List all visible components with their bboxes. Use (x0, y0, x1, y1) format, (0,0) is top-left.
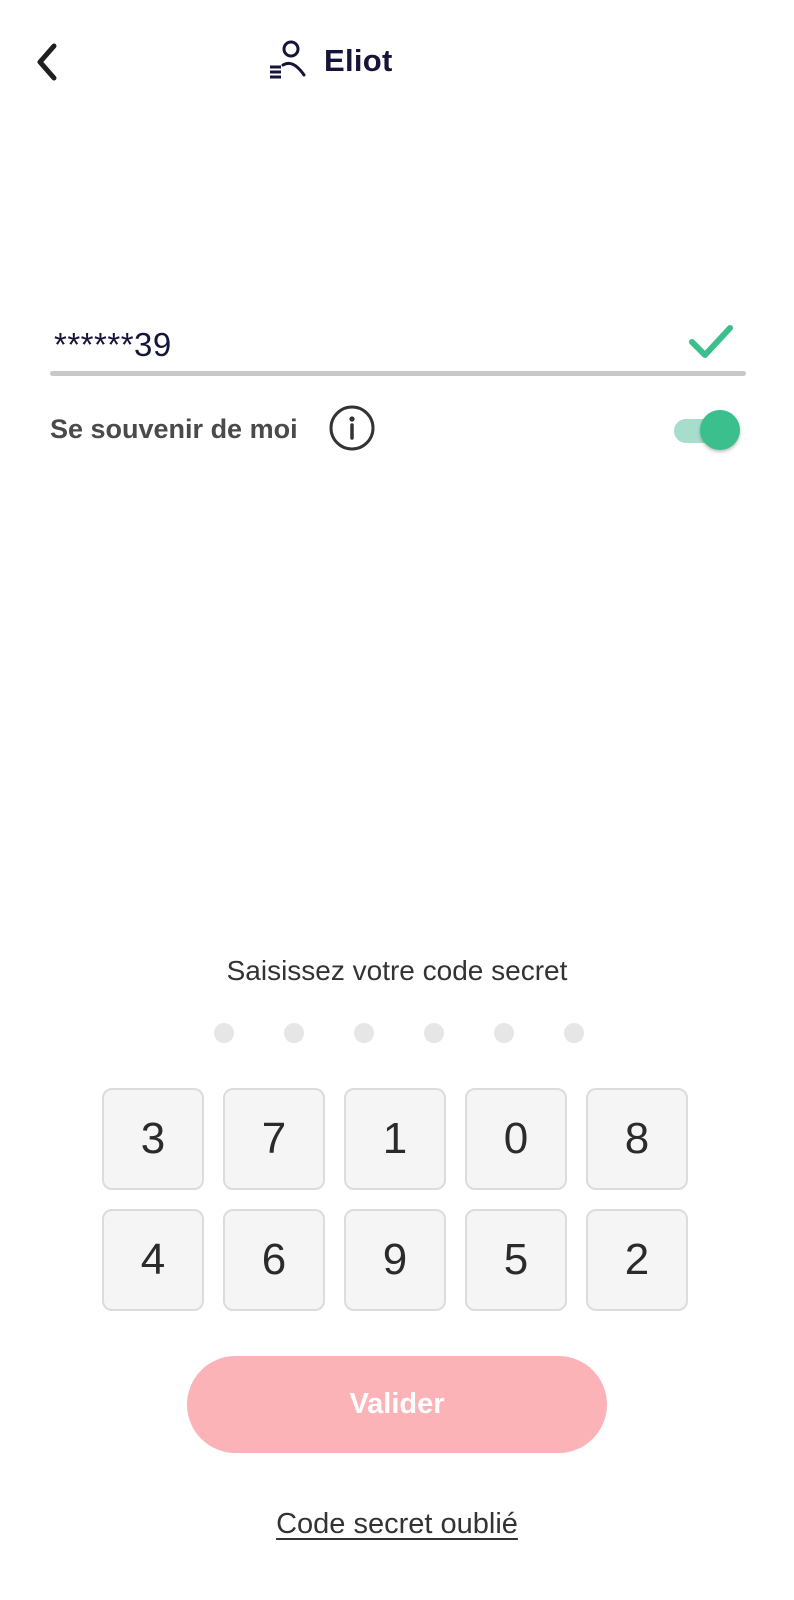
identifier-value: ******39 (54, 326, 172, 363)
pin-dot (494, 1023, 514, 1043)
back-button[interactable] (26, 40, 66, 84)
keypad-key[interactable]: 7 (223, 1088, 325, 1190)
keypad-key[interactable]: 8 (586, 1088, 688, 1190)
keypad-key[interactable]: 9 (344, 1209, 446, 1311)
user-list-icon (268, 39, 308, 83)
remember-me-label: Se souvenir de moi (50, 414, 298, 444)
remember-me-toggle[interactable] (674, 410, 740, 450)
header-title-group: Eliot (268, 36, 393, 86)
remember-me-row: Se souvenir de moi (50, 404, 740, 454)
page-title: Eliot (324, 43, 393, 78)
keypad-key[interactable]: 1 (344, 1088, 446, 1190)
pin-indicator (214, 1023, 584, 1045)
keypad-key[interactable]: 5 (465, 1209, 567, 1311)
pin-dot (354, 1023, 374, 1043)
keypad-key[interactable]: 3 (102, 1088, 204, 1190)
keypad-key[interactable]: 0 (465, 1088, 567, 1190)
info-icon[interactable] (328, 404, 376, 452)
chevron-left-icon (37, 43, 57, 81)
pin-dot (214, 1023, 234, 1043)
pin-prompt: Saisissez votre code secret (226, 955, 568, 986)
forgot-code-link[interactable]: Code secret oublié (0, 1508, 794, 1541)
identifier-underline (50, 371, 746, 376)
identifier-field[interactable]: ******39 (50, 310, 746, 376)
keypad-key[interactable]: 2 (586, 1209, 688, 1311)
keypad-key[interactable]: 6 (223, 1209, 325, 1311)
pin-keypad: 3 7 1 0 8 4 6 9 5 2 (102, 1088, 694, 1311)
keypad-key[interactable]: 4 (102, 1209, 204, 1311)
pin-dot (564, 1023, 584, 1043)
pin-dot (424, 1023, 444, 1043)
validate-button[interactable]: Valider (187, 1356, 607, 1453)
check-icon (689, 325, 733, 358)
pin-dot (284, 1023, 304, 1043)
toggle-knob (700, 410, 740, 450)
